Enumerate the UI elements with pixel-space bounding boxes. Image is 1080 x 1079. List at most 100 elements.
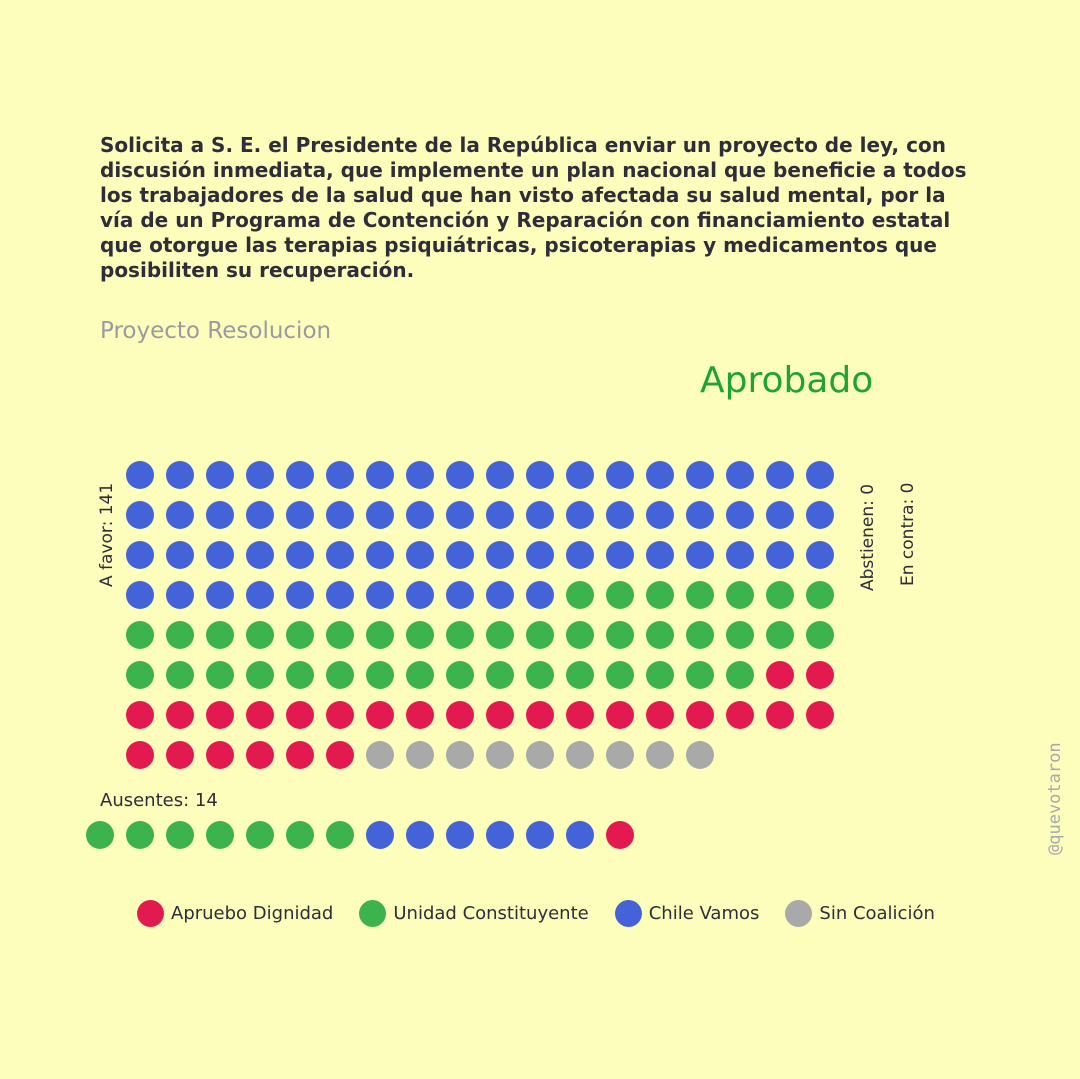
vote-dot xyxy=(406,541,434,569)
vote-dot xyxy=(246,581,274,609)
vote-dot xyxy=(286,501,314,529)
vote-dot xyxy=(686,661,714,689)
vote-dot xyxy=(406,621,434,649)
legend: Apruebo Dignidad Unidad Constituyente Ch… xyxy=(137,900,961,927)
vote-dot xyxy=(526,661,554,689)
vote-dot xyxy=(366,821,394,849)
vote-dot xyxy=(806,701,834,729)
vote-dot xyxy=(766,701,794,729)
vote-dot xyxy=(566,461,594,489)
vote-dot xyxy=(486,581,514,609)
vote-dot xyxy=(126,741,154,769)
vote-dot xyxy=(606,821,634,849)
vote-dot xyxy=(726,541,754,569)
vote-dot xyxy=(406,501,434,529)
vote-dot xyxy=(326,701,354,729)
vote-dot xyxy=(726,621,754,649)
vote-dot xyxy=(126,621,154,649)
vote-dot xyxy=(566,701,594,729)
vote-dot xyxy=(726,701,754,729)
vote-dot xyxy=(366,581,394,609)
vote-dot xyxy=(166,661,194,689)
vote-dot xyxy=(806,501,834,529)
vote-dot xyxy=(646,461,674,489)
vote-dot xyxy=(526,821,554,849)
vote-dot xyxy=(326,501,354,529)
legend-swatch xyxy=(359,900,387,927)
vote-dot xyxy=(686,501,714,529)
vote-dot xyxy=(526,701,554,729)
vote-dot xyxy=(566,621,594,649)
credit-watermark: @quevotaron xyxy=(1045,742,1065,855)
vote-dot xyxy=(166,461,194,489)
vote-dot xyxy=(246,461,274,489)
vote-dot xyxy=(526,541,554,569)
vote-dot xyxy=(806,541,834,569)
vote-dot xyxy=(686,621,714,649)
vote-dot xyxy=(486,541,514,569)
vote-dot xyxy=(526,621,554,649)
vote-dot xyxy=(126,661,154,689)
legend-item-apruebo-dignidad: Apruebo Dignidad xyxy=(137,900,333,927)
vote-dot xyxy=(206,821,234,849)
vote-dot xyxy=(246,541,274,569)
vote-dot xyxy=(646,541,674,569)
vote-dot xyxy=(206,741,234,769)
legend-swatch xyxy=(785,900,813,927)
vote-dot xyxy=(366,701,394,729)
vote-dot xyxy=(806,581,834,609)
vote-dot xyxy=(486,621,514,649)
vote-dot xyxy=(766,621,794,649)
vote-dot xyxy=(246,661,274,689)
vote-dot xyxy=(606,621,634,649)
vote-dot xyxy=(446,821,474,849)
vote-dot xyxy=(326,461,354,489)
vote-dot xyxy=(206,621,234,649)
vote-dot xyxy=(126,501,154,529)
vote-dot xyxy=(446,621,474,649)
legend-label: Sin Coalición xyxy=(819,903,935,924)
vote-dot xyxy=(606,541,634,569)
legend-swatch xyxy=(137,900,164,927)
vote-dot xyxy=(86,821,114,849)
vote-dot xyxy=(166,501,194,529)
vote-dot xyxy=(286,661,314,689)
vote-dot xyxy=(406,581,434,609)
vote-dot xyxy=(326,581,354,609)
vote-dot xyxy=(446,661,474,689)
vote-dot xyxy=(446,581,474,609)
vote-dot xyxy=(566,581,594,609)
vote-dot xyxy=(166,581,194,609)
vote-dot xyxy=(606,701,634,729)
vote-dot xyxy=(686,541,714,569)
vote-dot xyxy=(606,581,634,609)
vote-dot xyxy=(806,661,834,689)
vote-dot xyxy=(646,501,674,529)
vote-dot xyxy=(406,661,434,689)
vote-dot xyxy=(806,621,834,649)
vote-dot xyxy=(766,501,794,529)
vote-dot xyxy=(566,501,594,529)
vote-dot xyxy=(486,821,514,849)
vote-dot xyxy=(726,461,754,489)
vote-dot xyxy=(686,581,714,609)
vote-dot xyxy=(646,661,674,689)
vote-dot xyxy=(246,621,274,649)
vote-dot xyxy=(326,621,354,649)
vote-dot xyxy=(726,661,754,689)
vote-dot xyxy=(366,501,394,529)
vote-dot xyxy=(526,581,554,609)
vote-dot xyxy=(126,821,154,849)
vote-dot xyxy=(486,661,514,689)
vote-dot xyxy=(526,501,554,529)
vote-dot xyxy=(286,581,314,609)
vote-dot xyxy=(766,661,794,689)
vote-dot xyxy=(206,501,234,529)
vote-dot xyxy=(286,461,314,489)
vote-dot xyxy=(446,701,474,729)
vote-dot xyxy=(486,741,514,769)
vote-dot xyxy=(246,701,274,729)
vote-dot xyxy=(366,741,394,769)
vote-dot xyxy=(646,701,674,729)
vote-dot xyxy=(286,621,314,649)
